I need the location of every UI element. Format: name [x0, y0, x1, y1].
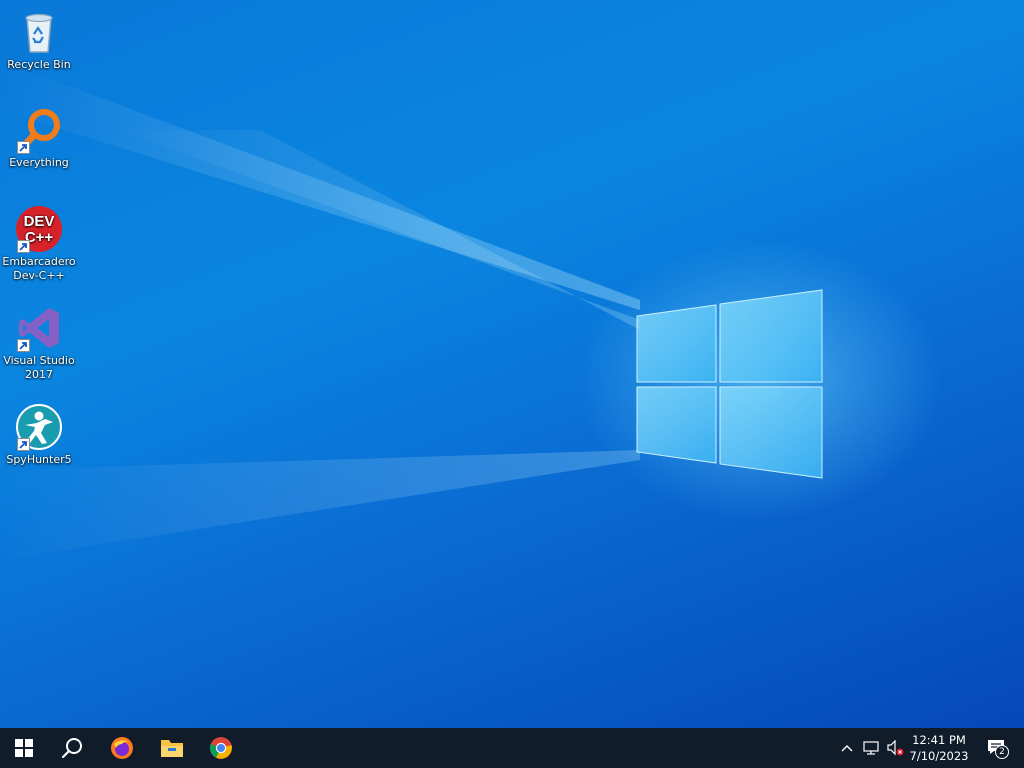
desktop[interactable]: Recycle Bin Everything DEV C++ Embarcade… [0, 0, 1024, 728]
desktop-icon-devcpp[interactable]: DEV C++ Embarcadero Dev-C++ [0, 205, 78, 283]
everything-label: Everything [9, 156, 69, 169]
spyhunter-label: SpyHunter5 [6, 453, 72, 466]
windows-logo-wallpaper [636, 289, 823, 479]
visual-studio-label: Visual Studio 2017 [3, 354, 75, 381]
recycle-bin-label: Recycle Bin [7, 58, 71, 71]
shortcut-arrow-icon [17, 438, 30, 451]
devcpp-label: Embarcadero Dev-C++ [2, 255, 76, 282]
desktop-icon-spyhunter[interactable]: SpyHunter5 [0, 403, 78, 467]
action-center-button[interactable]: 2 [980, 728, 1016, 768]
chevron-up-icon [841, 745, 853, 752]
everything-magnifier-icon [15, 106, 63, 154]
show-hidden-icons-button[interactable] [836, 728, 858, 768]
taskbar: 12:41 PM 7/10/2023 2 [0, 728, 1024, 768]
recycle-bin-icon [15, 8, 63, 56]
start-button[interactable] [0, 728, 48, 768]
taskbar-file-explorer-button[interactable] [148, 728, 196, 768]
wallpaper-light-beams [0, 60, 640, 560]
desktop-icon-everything[interactable]: Everything [0, 106, 78, 170]
shortcut-arrow-icon [17, 339, 30, 352]
notification-count: 2 [999, 747, 1005, 757]
chrome-icon [209, 737, 232, 759]
clock-time: 12:41 PM [912, 733, 966, 747]
clock-button[interactable]: 12:41 PM 7/10/2023 [900, 728, 978, 768]
file-explorer-icon [161, 740, 183, 757]
clock-date: 7/10/2023 [909, 749, 969, 763]
spyhunter-icon [15, 403, 63, 451]
firefox-icon [111, 737, 133, 759]
devcpp-icon: DEV C++ [15, 205, 63, 253]
visual-studio-icon [15, 304, 63, 352]
taskbar-chrome-button[interactable] [197, 728, 245, 768]
shortcut-arrow-icon [17, 240, 30, 253]
desktop-icon-visual-studio[interactable]: Visual Studio 2017 [0, 304, 78, 382]
desktop-icon-recycle-bin[interactable]: Recycle Bin [0, 8, 78, 72]
devcpp-logo-line1: DEV [24, 213, 55, 230]
network-icon [863, 741, 879, 755]
search-icon [61, 738, 82, 759]
shortcut-arrow-icon [17, 141, 30, 154]
search-button[interactable] [48, 728, 96, 768]
notification-count-badge: 2 [995, 745, 1009, 759]
start-windows-icon [15, 739, 33, 757]
network-tray-button[interactable] [859, 728, 883, 768]
taskbar-firefox-button[interactable] [98, 728, 146, 768]
